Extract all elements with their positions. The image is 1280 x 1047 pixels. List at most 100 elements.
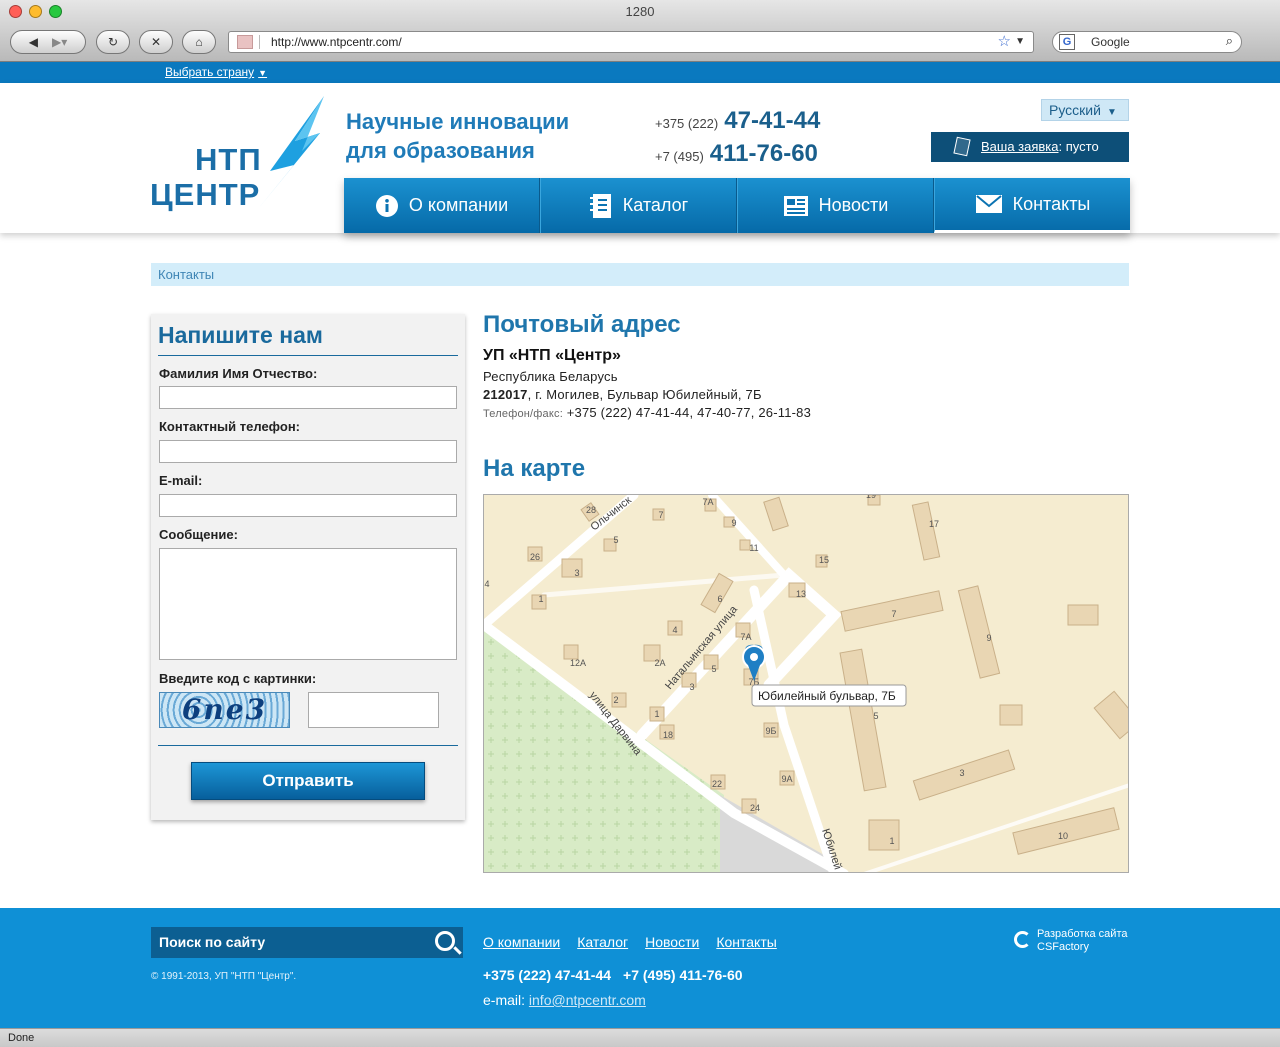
- reload-button[interactable]: ↻: [96, 30, 130, 54]
- tagline-line1: Научные инновации: [346, 109, 570, 134]
- forward-icon[interactable]: ▶▾: [52, 35, 67, 49]
- menu-label[interactable]: Новости: [819, 195, 889, 216]
- form-title: Напишите нам: [158, 322, 323, 348]
- menu-item-catalog[interactable]: Каталог: [540, 178, 737, 233]
- map-building-number: 1: [538, 594, 543, 604]
- browser-search-box[interactable]: G Google ⌕: [1052, 31, 1242, 53]
- chevron-down-icon[interactable]: ▼: [1107, 107, 1117, 118]
- search-placeholder[interactable]: Поиск по сайту: [159, 934, 265, 950]
- search-engine-label[interactable]: Google: [1091, 35, 1130, 49]
- request-cart[interactable]: Ваша заявка: пусто: [931, 132, 1129, 162]
- footer-search[interactable]: Поиск по сайту: [151, 927, 463, 958]
- footer-link-about[interactable]: О компании: [483, 934, 560, 950]
- name-field[interactable]: [159, 386, 457, 409]
- footer-email: e-mail: info@ntpcentr.com: [483, 992, 646, 1008]
- map-building-number: 4: [484, 579, 489, 589]
- breadcrumb-item: Контакты: [158, 267, 215, 282]
- map-building-number: 9: [986, 633, 991, 643]
- map-building-number: 7А: [702, 497, 713, 507]
- street: , г. Могилев, Бульвар Юбилейный, 7Б: [527, 387, 762, 402]
- zoom-window-button[interactable]: [49, 5, 62, 18]
- map-marker-label: Юбилейный бульвар, 7Б: [758, 689, 896, 703]
- phone-number: 411-76-60: [709, 140, 818, 167]
- logo-line1[interactable]: НТП: [150, 142, 262, 177]
- catalog-icon: [589, 193, 611, 218]
- contact-form: Напишите нам Фамилия Имя Отчество: Конта…: [151, 314, 465, 820]
- footer-phones: +375 (222) 47-41-44 +7 (495) 411-76-60: [483, 967, 755, 983]
- dev-line1[interactable]: Разработка сайта: [1037, 928, 1127, 941]
- browser-chrome: 1280 ◀ ▶▾ ↻ ✕ ⌂ http://www.ntpcentr.com/…: [0, 0, 1280, 62]
- map-building-number: 13: [796, 589, 806, 599]
- menu-label[interactable]: Каталог: [623, 195, 688, 216]
- menu-item-about[interactable]: О компании: [344, 178, 540, 233]
- stop-button[interactable]: ✕: [139, 30, 173, 54]
- email-field[interactable]: [159, 494, 457, 517]
- map-building-number: 2А: [654, 658, 665, 668]
- url-dropdown-icon[interactable]: ▼: [1015, 32, 1025, 52]
- home-button[interactable]: ⌂: [182, 30, 216, 54]
- url-text[interactable]: http://www.ntpcentr.com/: [271, 35, 402, 49]
- submit-button[interactable]: Отправить: [191, 762, 425, 800]
- back-icon[interactable]: ◀: [29, 35, 38, 49]
- map-view[interactable]: 28 7 7А 9 11 19 17 5 26 3 15 4 1 6 13 7 …: [483, 494, 1129, 873]
- main-menu: О компании Каталог Новости Контакты: [344, 178, 1130, 233]
- google-icon[interactable]: G: [1059, 34, 1075, 50]
- phone-row: +375 (222) 47-41-44: [655, 106, 820, 139]
- postal-code: 212017: [483, 387, 528, 402]
- map-building-number: 18: [663, 730, 673, 740]
- map-building-number: 22: [712, 779, 722, 789]
- map-canvas[interactable]: 28 7 7А 9 11 19 17 5 26 3 15 4 1 6 13 7 …: [484, 495, 1129, 873]
- menu-label[interactable]: Контакты: [1013, 194, 1091, 215]
- language-select[interactable]: Русский ▼: [1041, 99, 1129, 121]
- captcha-field[interactable]: [308, 692, 439, 728]
- address-phone: Телефон/факс: +375 (222) 47-41-44, 47-40…: [483, 405, 811, 420]
- search-icon[interactable]: [435, 931, 455, 951]
- developer-credit[interactable]: Разработка сайта CSFactory: [1014, 928, 1127, 954]
- site-logo[interactable]: НТП ЦЕНТР: [150, 142, 262, 212]
- captcha-label: Введите код с картинки:: [159, 671, 317, 686]
- footer-phone: +7 (495) 411-76-60: [623, 967, 743, 983]
- phone-field[interactable]: [159, 440, 457, 463]
- stop-icon: ✕: [150, 35, 162, 49]
- home-icon: ⌂: [195, 35, 203, 49]
- bookmark-star-icon[interactable]: ☆: [998, 32, 1011, 52]
- map-building-number: 7: [891, 609, 896, 619]
- email-link[interactable]: info@ntpcentr.com: [529, 992, 646, 1008]
- message-field[interactable]: [159, 548, 457, 660]
- address-bar[interactable]: http://www.ntpcentr.com/ ☆ ▼: [228, 31, 1034, 53]
- country-label[interactable]: Выбрать страну: [165, 65, 254, 79]
- minimize-window-button[interactable]: [29, 5, 42, 18]
- map-building-number: 3: [689, 682, 694, 692]
- address-org: УП «НТП «Центр»: [483, 347, 621, 364]
- dev-line2[interactable]: CSFactory: [1037, 941, 1127, 954]
- map-building-number: 5: [613, 535, 618, 545]
- phone-fax-label: Телефон/факс:: [483, 408, 563, 420]
- map-building-number: 9А: [781, 774, 792, 784]
- footer-phone: +375 (222) 47-41-44: [483, 967, 612, 983]
- site-tagline: Научные инновации для образования: [346, 107, 569, 165]
- chevron-down-icon[interactable]: ▼: [258, 68, 267, 78]
- menu-item-news[interactable]: Новости: [737, 178, 934, 233]
- country-selector[interactable]: Выбрать страну ▼: [165, 65, 267, 79]
- map-building-number: 1: [654, 709, 659, 719]
- footer-link-news[interactable]: Новости: [645, 934, 699, 950]
- footer-links: О компании Каталог Новости Контакты: [483, 934, 777, 950]
- map-building-number: 7А: [740, 632, 751, 642]
- map-building-number: 5: [873, 711, 878, 721]
- menu-item-contacts[interactable]: Контакты: [934, 178, 1130, 233]
- map-building-number: 3: [574, 568, 579, 578]
- logo-line2[interactable]: ЦЕНТР: [150, 177, 262, 212]
- map-building-number: 9: [731, 518, 736, 528]
- search-icon[interactable]: ⌕: [1226, 31, 1233, 51]
- language-value[interactable]: Русский: [1049, 102, 1101, 118]
- address-country: Республика Беларусь: [483, 369, 618, 384]
- status-text: Done: [8, 1032, 35, 1044]
- map-building-number: 28: [586, 505, 596, 515]
- map-marker-tooltip: Юбилейный бульвар, 7Б: [751, 684, 907, 707]
- footer-link-catalog[interactable]: Каталог: [577, 934, 628, 950]
- back-forward-buttons[interactable]: ◀ ▶▾: [10, 30, 86, 54]
- close-window-button[interactable]: [9, 5, 22, 18]
- cart-link[interactable]: Ваша заявка: [981, 139, 1059, 154]
- menu-label[interactable]: О компании: [409, 195, 508, 216]
- footer-link-contacts[interactable]: Контакты: [716, 934, 776, 950]
